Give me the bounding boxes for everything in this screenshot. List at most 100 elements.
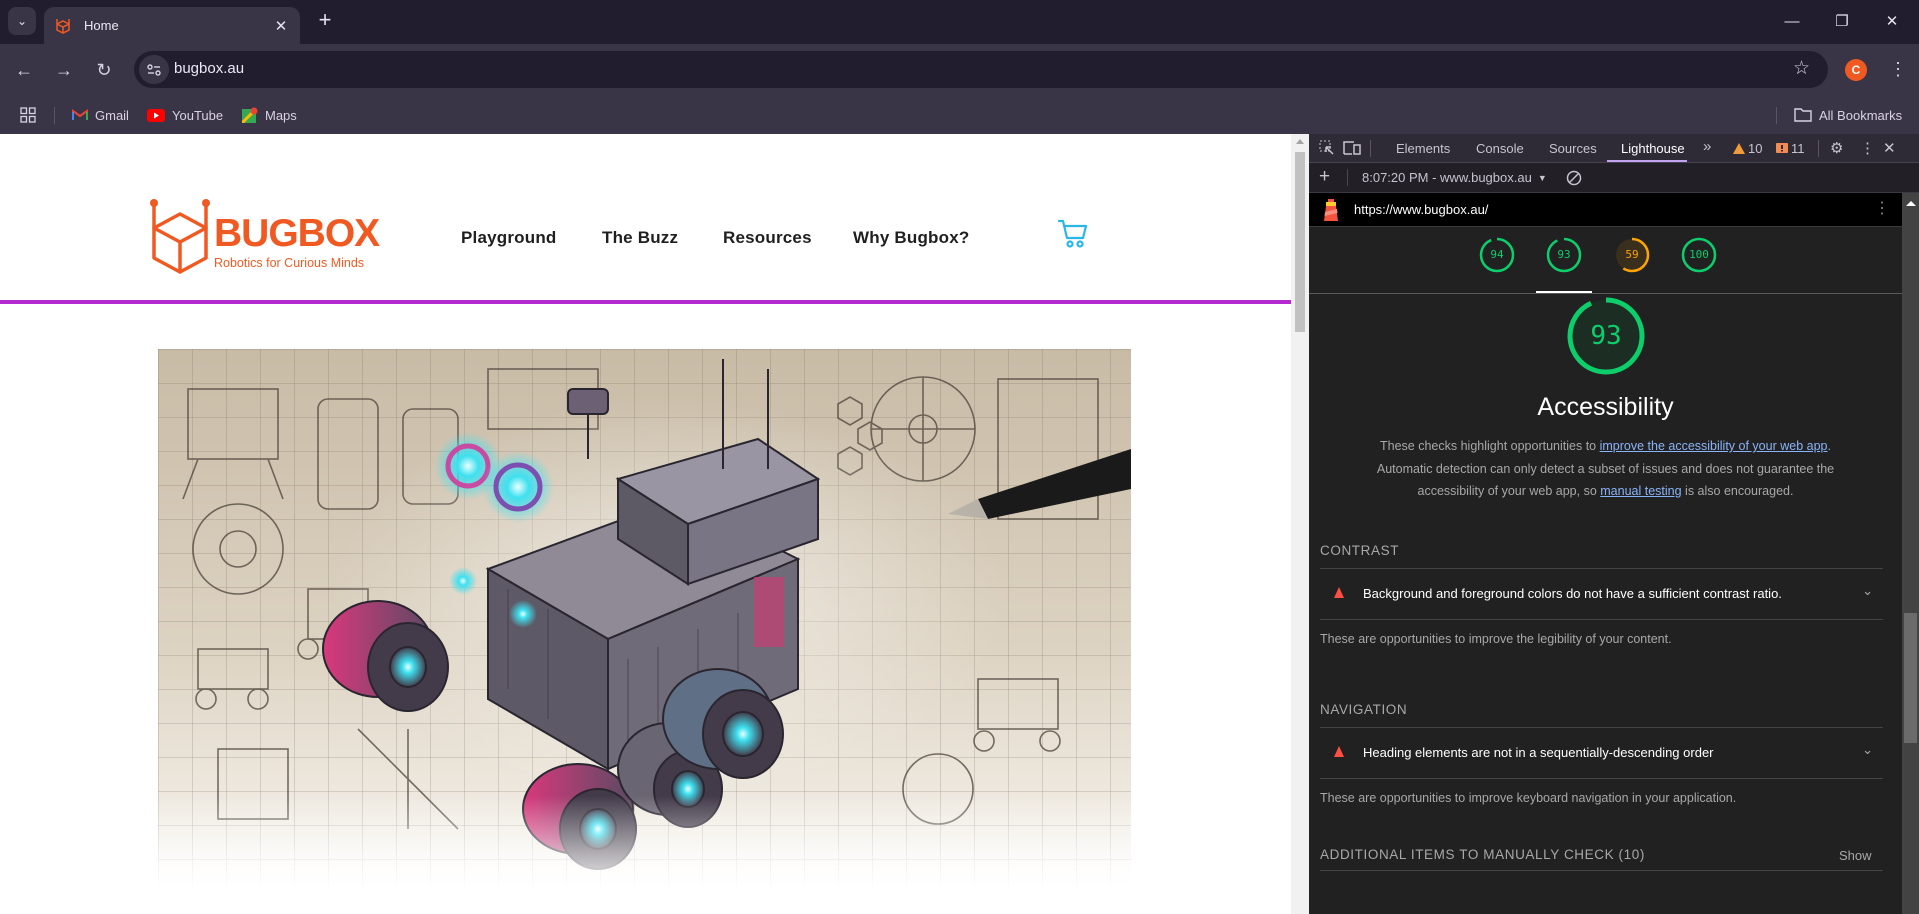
bookmark-star-icon[interactable]: ☆ [1793,57,1810,80]
folder-icon [1794,108,1812,122]
scroll-up-arrow-icon[interactable] [1296,139,1304,144]
restore-button[interactable]: ❐ [1827,10,1857,34]
nav-the-buzz[interactable]: The Buzz [602,228,678,248]
show-manual-checks-button[interactable]: Show [1839,848,1872,863]
reload-icon[interactable]: ↻ [90,56,118,84]
gmail-icon [72,109,88,120]
back-arrow-icon[interactable]: ← [10,56,38,84]
improve-accessibility-link[interactable]: improve the accessibility of your web ap… [1600,439,1828,453]
fail-triangle-icon [1334,587,1344,598]
bookmark-label: Gmail [95,107,129,123]
audit-title: Heading elements are not in a sequential… [1363,745,1714,760]
browser-toolbar: ← → ↻ bugbox.au ☆ C ⋮ [0,44,1919,96]
page-scrollbar[interactable] [1291,134,1309,914]
devtools-menu-icon[interactable]: ⋮ [1860,139,1875,157]
score-divider [1309,293,1902,294]
scrollbar-thumb[interactable] [1904,613,1917,743]
nav-resources[interactable]: Resources [723,228,812,248]
address-bar[interactable]: bugbox.au ☆ [134,51,1828,88]
tab-title: Home [84,18,119,33]
kebab-menu-icon[interactable]: ⋮ [1889,57,1907,81]
all-bookmarks-button[interactable]: All Bookmarks [1794,105,1902,125]
score-gauge-performance[interactable]: 94 [1479,237,1515,273]
close-devtools-icon[interactable]: ✕ [1883,139,1896,157]
bookmark-maps[interactable]: Maps [242,105,297,125]
expand-chevron-icon[interactable]: ⌄ [1862,583,1873,599]
site-info-icon[interactable] [139,55,169,84]
category-score-value: 93 [1590,321,1622,351]
group-title-navigation: NAVIGATION [1320,702,1408,717]
inspect-element-icon[interactable] [1319,140,1335,156]
score-gauge-best-practices[interactable]: 59 [1614,237,1650,273]
new-tab-button[interactable]: + [313,9,337,33]
nav-why-bugbox[interactable]: Why Bugbox? [853,228,969,248]
minimize-button[interactable]: — [1777,10,1807,34]
issue-icon [1776,142,1788,153]
more-tabs-icon[interactable]: » [1703,138,1711,155]
robot-box-logo-icon [150,199,210,274]
tab-lighthouse[interactable]: Lighthouse [1621,141,1685,156]
group-description: These are opportunities to improve the l… [1320,632,1672,646]
bookmarks-bar: Gmail YouTube Maps All Bookmarks [0,96,1919,134]
lighthouse-toolbar: + 8:07:20 PM - www.bugbox.au ▼ [1309,163,1919,193]
forward-arrow-icon[interactable]: → [50,56,78,84]
profile-avatar[interactable]: C [1845,59,1867,81]
expand-chevron-icon[interactable]: ⌄ [1862,742,1873,758]
youtube-icon [147,108,165,122]
group-description: These are opportunities to improve keybo… [1320,791,1737,805]
audit-contrast[interactable]: Background and foreground colors do not … [1320,568,1883,620]
bookmark-label: Maps [265,107,297,123]
description-text: is also encouraged. [1681,484,1794,498]
scroll-up-arrow-icon[interactable] [1906,201,1916,206]
manual-check-title: ADDITIONAL ITEMS TO MANUALLY CHECK (10) [1320,847,1645,862]
tab-sources[interactable]: Sources [1549,141,1597,156]
tab-strip: ⌄ Home ✕ + — ❐ ✕ [0,0,1919,44]
dropdown-caret-icon: ▼ [1537,172,1547,183]
clear-reports-icon[interactable] [1566,170,1582,186]
bookmark-gmail[interactable]: Gmail [72,105,129,125]
warning-icon [1733,143,1745,154]
bookmark-youtube[interactable]: YouTube [147,105,223,125]
bookmarks-divider [1776,107,1777,124]
report-menu-icon[interactable]: ⋮ [1874,199,1890,219]
tab-home[interactable]: Home ✕ [44,7,300,44]
tab-console[interactable]: Console [1476,141,1524,156]
chevron-down-icon: ⌄ [16,14,28,28]
score-gauge-accessibility[interactable]: 93 [1546,237,1582,273]
score-value: 94 [1490,248,1504,261]
new-report-plus-icon[interactable]: + [1319,166,1330,188]
close-tab-icon[interactable]: ✕ [272,17,290,35]
score-gauge-seo[interactable]: 100 [1681,237,1717,273]
shopping-cart-icon[interactable] [1057,218,1089,250]
settings-gear-icon[interactable]: ⚙ [1830,139,1843,157]
devtools-tab-bar: Elements Console Sources Lighthouse » 10… [1309,134,1919,163]
maps-icon [242,107,258,123]
close-window-button[interactable]: ✕ [1877,10,1907,34]
device-toolbar-icon[interactable] [1343,140,1361,156]
warnings-badge[interactable]: 10 [1733,141,1762,156]
toolbar-divider [1818,140,1819,157]
toolbar-divider [1370,140,1371,157]
report-selector[interactable]: 8:07:20 PM - www.bugbox.au ▼ [1362,170,1547,185]
nav-playground[interactable]: Playground [461,228,557,248]
brand-name: BUGBOX [214,212,380,255]
tab-search-button[interactable]: ⌄ [8,7,36,35]
header-divider [0,300,1291,304]
apps-grid-icon[interactable] [20,105,36,125]
audit-heading-order[interactable]: Heading elements are not in a sequential… [1320,727,1883,779]
bookmark-label: YouTube [172,107,224,123]
bookmarks-divider [54,107,55,124]
issues-badge[interactable]: 11 [1776,141,1805,156]
tab-elements[interactable]: Elements [1396,141,1450,156]
manual-testing-link[interactable]: manual testing [1600,484,1681,498]
lighthouse-url-bar: https://www.bugbox.au/ ⋮ [1309,193,1902,227]
hero-image [158,349,1131,894]
score-value: 59 [1625,248,1639,261]
brand-tagline: Robotics for Curious Minds [214,256,365,270]
site-logo[interactable]: BUGBOX Robotics for Curious Minds [148,198,380,274]
category-description: These checks highlight opportunities to … [1369,435,1842,503]
all-bookmarks-label: All Bookmarks [1819,107,1903,123]
scrollbar-thumb[interactable] [1295,152,1305,332]
report-scrollbar[interactable] [1902,193,1919,914]
url-text[interactable]: bugbox.au [174,60,244,77]
